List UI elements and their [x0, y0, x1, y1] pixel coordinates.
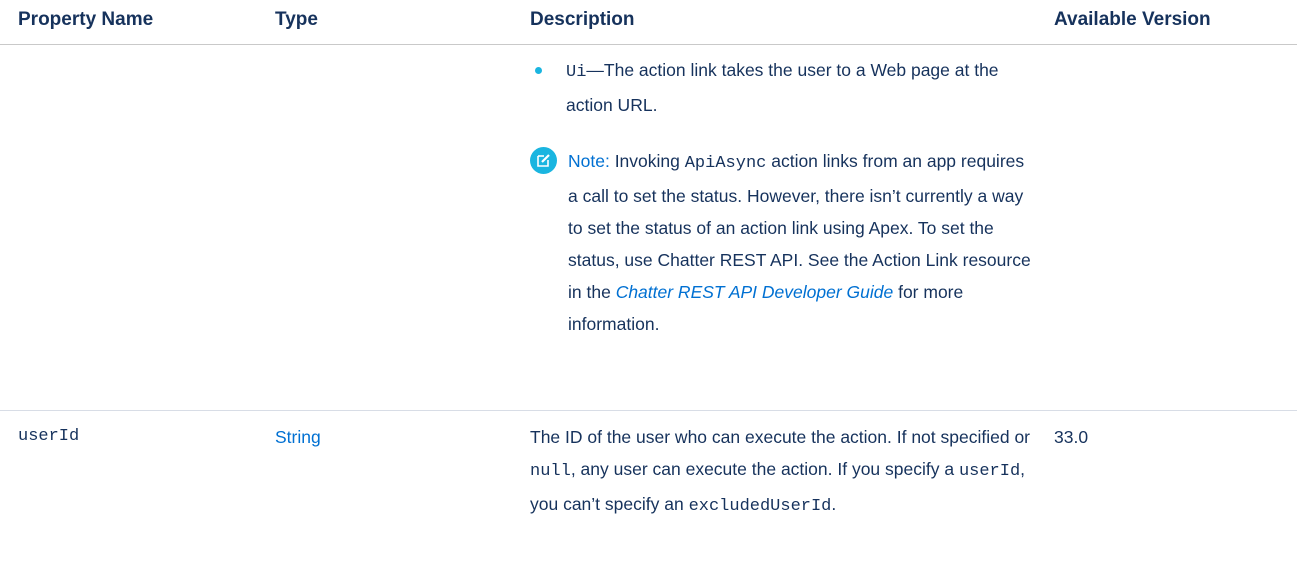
desc-text-2: , any user can execute the action. If yo… — [570, 459, 959, 479]
available-version-cell: 33.0 — [1054, 427, 1089, 447]
description-cell: The ID of the user who can execute the a… — [530, 421, 1042, 523]
header-description: Description — [530, 9, 635, 30]
desc-text-4: . — [831, 494, 837, 514]
bullet-dot-icon — [535, 67, 542, 74]
header-property-name: Property Name — [18, 9, 154, 30]
note-text-2: action links from an app requires a call… — [568, 151, 1031, 302]
note-block: Note: Invoking ApiAsync action links fro… — [530, 145, 1040, 340]
note-label: Note: — [568, 151, 610, 171]
property-name-cell: userId — [18, 427, 80, 446]
bullet-text: —The action link takes the user to a Web… — [566, 60, 999, 115]
list-item: Ui—The action link takes the user to a W… — [530, 54, 1040, 121]
code-null: null — [530, 462, 571, 481]
note-edit-icon — [530, 147, 557, 174]
desc-text-1: The ID of the user who can execute the a… — [530, 427, 1031, 447]
header-type: Type — [275, 9, 318, 30]
note-text-1: Invoking — [609, 151, 685, 171]
type-string-link[interactable]: String — [275, 421, 321, 453]
table-row: userId String The ID of the user who can… — [0, 411, 1297, 561]
table-header-row: Property Name Type Description Available… — [0, 0, 1297, 45]
code-apiasync: ApiAsync — [684, 154, 767, 173]
code-userid: userId — [958, 462, 1021, 481]
table-row: Ui—The action link takes the user to a W… — [0, 45, 1297, 411]
header-available-version: Available Version — [1054, 9, 1211, 30]
code-excludeduserid: excludedUserId — [688, 497, 832, 516]
code-ui: Ui — [566, 63, 587, 82]
chatter-rest-api-guide-link[interactable]: Chatter REST API Developer Guide — [616, 282, 894, 302]
